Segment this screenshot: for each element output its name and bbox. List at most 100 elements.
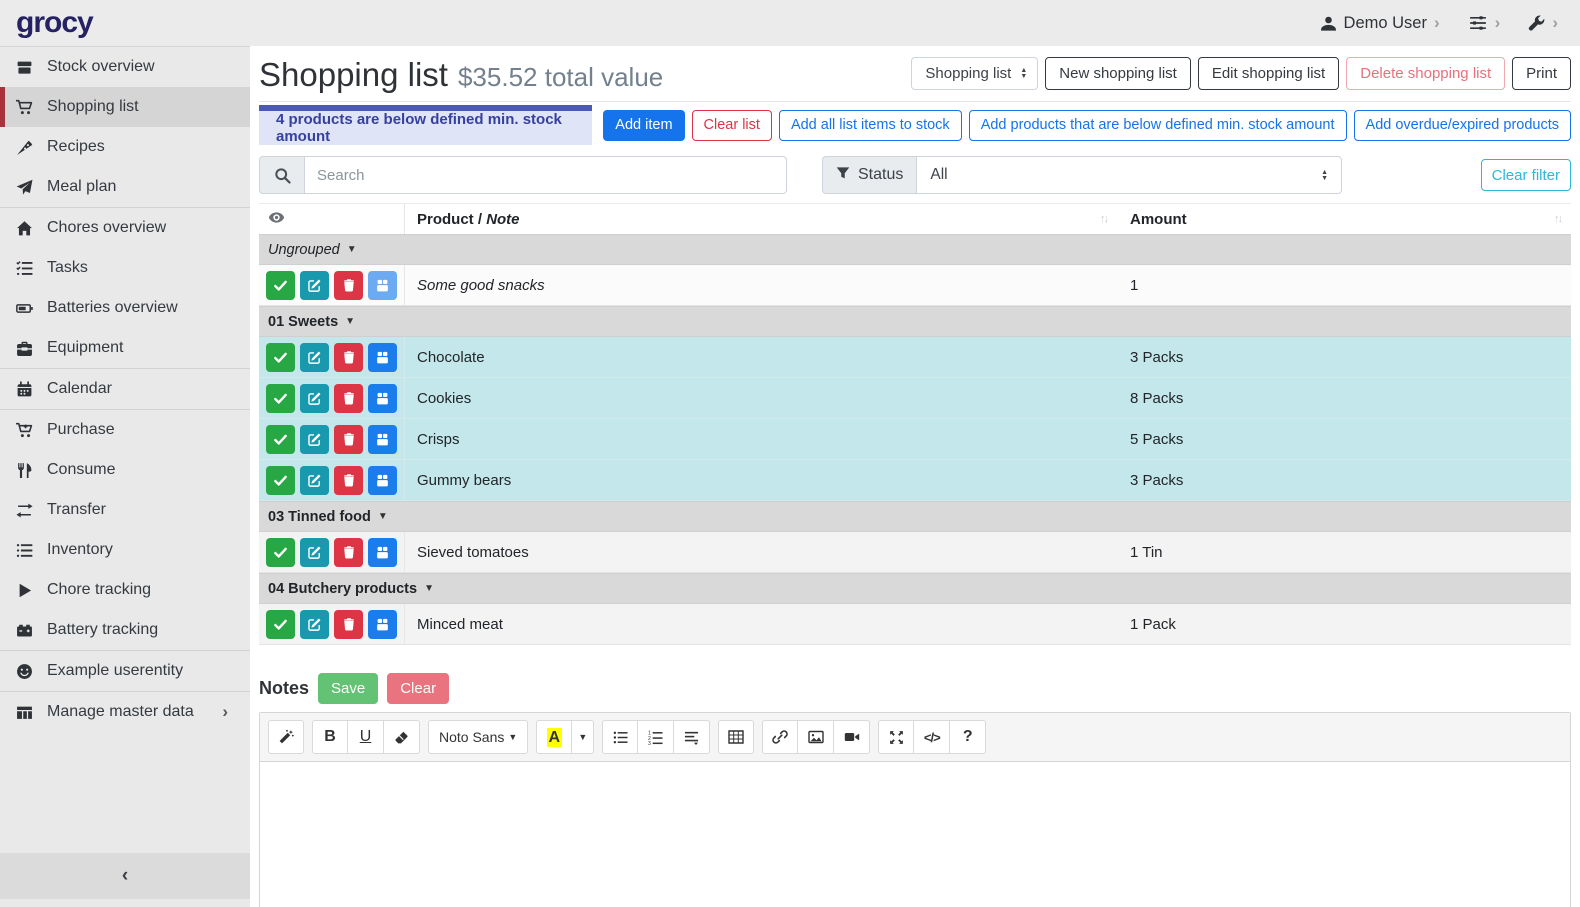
bold-icon[interactable]: B xyxy=(312,720,348,754)
add-to-stock-button[interactable] xyxy=(368,466,397,495)
sidebar-item-battery-tracking[interactable]: Battery tracking xyxy=(0,610,250,650)
group-header-04-butchery-products[interactable]: 04 Butchery products▼ xyxy=(259,573,1571,604)
group-header-ungrouped[interactable]: Ungrouped▼ xyxy=(259,234,1571,265)
edit-shopping-list-button[interactable]: Edit shopping list xyxy=(1198,57,1339,90)
delete-item-button[interactable] xyxy=(334,343,363,372)
min-stock-alert[interactable]: 4 products are below defined min. stock … xyxy=(259,105,592,145)
edit-item-button[interactable] xyxy=(300,610,329,639)
edit-item-button[interactable] xyxy=(300,384,329,413)
sidebar-collapse-button[interactable]: ‹ xyxy=(0,853,250,899)
add-overdue-button[interactable]: Add overdue/expired products xyxy=(1354,110,1571,141)
sidebar-item-example-userentity[interactable]: Example userentity xyxy=(0,651,250,691)
clear-filter-button[interactable]: Clear filter xyxy=(1481,159,1571,191)
sidebar-item-equipment[interactable]: Equipment xyxy=(0,328,250,368)
shopping-list-row-sieved-tomatoes: Sieved tomatoes1 Tin xyxy=(259,532,1571,573)
eraser-icon[interactable] xyxy=(384,720,420,754)
add-below-min-stock-button[interactable]: Add products that are below defined min.… xyxy=(969,110,1347,141)
delete-item-button[interactable] xyxy=(334,466,363,495)
user-menu[interactable]: Demo User › xyxy=(1320,13,1440,33)
sort-icon[interactable]: ↑↓ xyxy=(1554,213,1561,225)
ordered-list-icon[interactable]: 123 xyxy=(638,720,674,754)
link-icon[interactable] xyxy=(762,720,798,754)
add-to-stock-button[interactable] xyxy=(368,425,397,454)
sidebar-item-batteries-overview[interactable]: Batteries overview xyxy=(0,288,250,328)
help-icon[interactable]: ? xyxy=(950,720,986,754)
font-color-button[interactable]: A xyxy=(536,720,572,754)
sidebar-item-inventory[interactable]: Inventory xyxy=(0,530,250,570)
delete-item-button[interactable] xyxy=(334,271,363,300)
sidebar-item-tasks[interactable]: Tasks xyxy=(0,248,250,288)
mark-done-button[interactable] xyxy=(266,466,295,495)
edit-item-button[interactable] xyxy=(300,425,329,454)
clear-list-button[interactable]: Clear list xyxy=(692,110,772,141)
notes-save-button[interactable]: Save xyxy=(318,673,378,704)
sidebar-item-purchase[interactable]: Purchase xyxy=(0,410,250,450)
underline-icon[interactable]: U xyxy=(348,720,384,754)
delete-shopping-list-button[interactable]: Delete shopping list xyxy=(1346,57,1505,90)
delete-item-button[interactable] xyxy=(334,538,363,567)
delete-item-button[interactable] xyxy=(334,425,363,454)
sidebar-item-calendar[interactable]: Calendar xyxy=(0,369,250,409)
video-icon[interactable] xyxy=(834,720,870,754)
sidebar-item-meal-plan[interactable]: Meal plan xyxy=(0,167,250,207)
amount-column-header[interactable]: Amount ↑↓ xyxy=(1117,211,1571,228)
sidebar-item-chore-tracking[interactable]: Chore tracking xyxy=(0,570,250,610)
visibility-column-header[interactable] xyxy=(259,204,405,234)
sort-icon[interactable]: ↑↓ xyxy=(1100,213,1107,225)
add-to-stock-button[interactable] xyxy=(368,538,397,567)
add-item-button[interactable]: Add item xyxy=(603,110,684,141)
settings-menu[interactable]: › xyxy=(1468,13,1501,33)
group-header-01-sweets[interactable]: 01 Sweets▼ xyxy=(259,306,1571,337)
picture-icon[interactable] xyxy=(798,720,834,754)
font-family-dropdown[interactable]: Noto Sans▼ xyxy=(428,720,528,754)
sidebar-item-transfer[interactable]: Transfer xyxy=(0,490,250,530)
group-header-03-tinned-food[interactable]: 03 Tinned food▼ xyxy=(259,501,1571,532)
paragraph-align-icon[interactable] xyxy=(674,720,710,754)
app-logo[interactable]: grocy xyxy=(16,6,93,40)
amount-cell: 8 Packs xyxy=(1117,378,1571,418)
add-to-stock-button[interactable] xyxy=(368,343,397,372)
font-color-dropdown[interactable]: ▼ xyxy=(572,720,594,754)
sidebar-item-recipes[interactable]: Recipes xyxy=(0,127,250,167)
magic-wand-icon[interactable] xyxy=(268,720,304,754)
add-all-to-stock-button[interactable]: Add all list items to stock xyxy=(779,110,962,141)
status-filter-select[interactable]: All ▲▼ xyxy=(916,156,1342,194)
notes-editing-area[interactable] xyxy=(260,762,1570,907)
new-shopping-list-button[interactable]: New shopping list xyxy=(1045,57,1191,90)
codeview-icon[interactable]: </> xyxy=(914,720,950,754)
delete-item-button[interactable] xyxy=(334,610,363,639)
sidebar-item-shopping-list[interactable]: Shopping list xyxy=(0,87,250,127)
edit-item-button[interactable] xyxy=(300,466,329,495)
delete-item-button[interactable] xyxy=(334,384,363,413)
mark-done-button[interactable] xyxy=(266,384,295,413)
sidebar-item-chores-overview[interactable]: Chores overview xyxy=(0,208,250,248)
edit-item-button[interactable] xyxy=(300,538,329,567)
mark-done-button[interactable] xyxy=(266,538,295,567)
edit-item-button[interactable] xyxy=(300,271,329,300)
mark-done-button[interactable] xyxy=(266,343,295,372)
mark-done-button[interactable] xyxy=(266,610,295,639)
edit-item-button[interactable] xyxy=(300,343,329,372)
product-column-header[interactable]: Product / Note ↑↓ xyxy=(405,211,1117,228)
mark-done-button[interactable] xyxy=(266,271,295,300)
fullscreen-icon[interactable] xyxy=(878,720,914,754)
sidebar-item-manage-master-data[interactable]: Manage master data› xyxy=(0,692,250,732)
mark-done-button[interactable] xyxy=(266,425,295,454)
shopping-list-select[interactable]: Shopping list ▲▼ xyxy=(911,57,1038,90)
header-actions: Shopping list ▲▼ New shopping list Edit … xyxy=(911,57,1571,90)
sidebar-item-consume[interactable]: Consume xyxy=(0,450,250,490)
sidebar-item-stock-overview[interactable]: Stock overview xyxy=(0,47,250,87)
notes-clear-button[interactable]: Clear xyxy=(387,673,449,704)
row-actions xyxy=(259,460,405,500)
add-to-stock-button[interactable] xyxy=(368,384,397,413)
unordered-list-icon[interactable] xyxy=(602,720,638,754)
group-label: 04 Butchery products xyxy=(268,581,417,597)
print-button[interactable]: Print xyxy=(1512,57,1571,90)
admin-menu[interactable]: › xyxy=(1528,13,1558,33)
chevron-left-icon: ‹ xyxy=(122,865,128,887)
table-insert-icon[interactable] xyxy=(718,720,754,754)
add-to-stock-button[interactable] xyxy=(368,271,397,300)
group-label: Ungrouped xyxy=(268,242,340,258)
search-input[interactable] xyxy=(304,156,787,194)
add-to-stock-button[interactable] xyxy=(368,610,397,639)
